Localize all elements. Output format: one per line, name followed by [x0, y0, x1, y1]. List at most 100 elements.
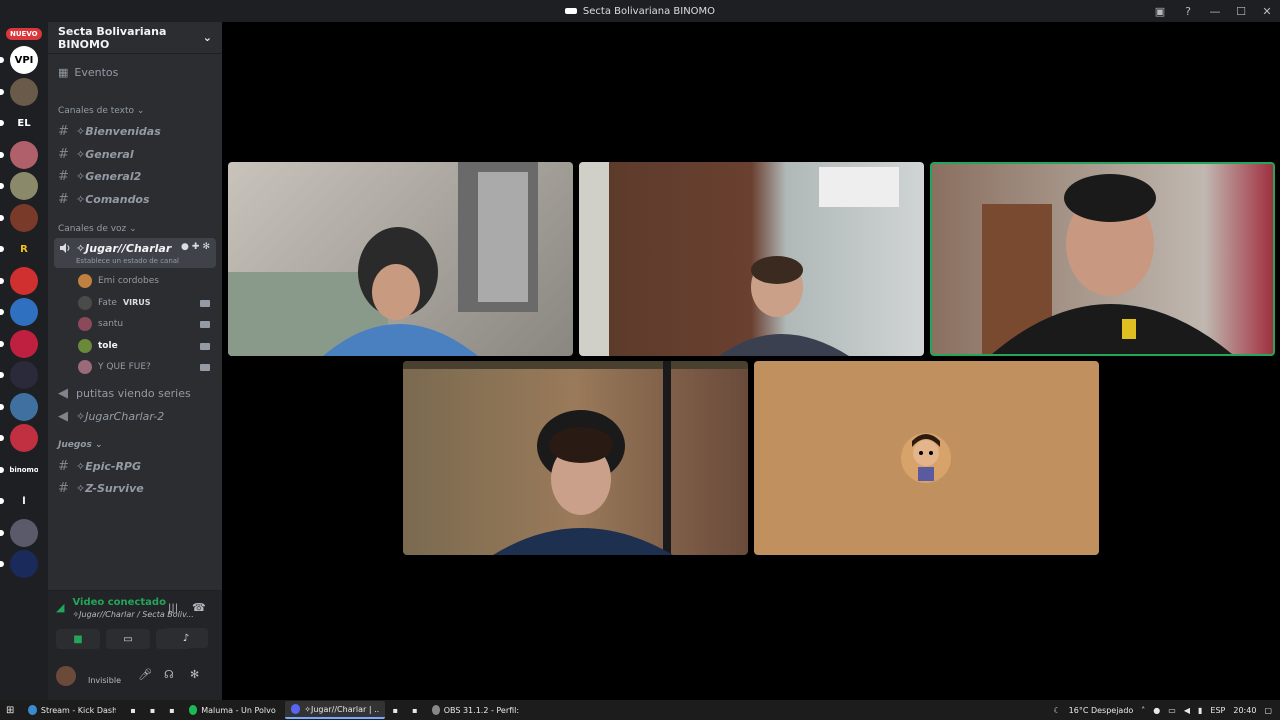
notification-icon[interactable]: ▢ [1264, 706, 1272, 715]
chevron-up-icon[interactable]: ˄ [1141, 706, 1145, 715]
avatar[interactable] [56, 666, 76, 686]
server-icon[interactable] [10, 392, 38, 421]
server-icon[interactable] [10, 424, 38, 452]
taskbar-app[interactable]: Maluma - Un Polvo (... [183, 701, 283, 719]
clock[interactable]: 20:40 [1233, 706, 1256, 715]
hash-icon: # [58, 147, 69, 162]
channel-general2[interactable]: # ✧General2 [58, 169, 141, 184]
disconnect-icon[interactable]: ☎ [192, 601, 206, 614]
voice-user[interactable]: Emi cordobes [78, 274, 159, 288]
server-icon[interactable]: VPI [10, 46, 38, 74]
unread-pill [0, 151, 4, 158]
close-button[interactable]: ✕ [1254, 0, 1280, 22]
server-icon[interactable] [10, 550, 38, 578]
channel-epic-rpg[interactable]: # ✧Epic-RPG [58, 459, 141, 474]
channel-general[interactable]: # ✧General [58, 147, 134, 162]
taskbar-app[interactable]: ✧Jugar//Charlar | ... [284, 701, 385, 719]
taskbar-app[interactable]: OBS 31.1.2 - Perfil: ki... [426, 701, 526, 719]
soundboard-button[interactable]: ♪ [164, 628, 208, 648]
video-tile-2[interactable] [579, 162, 924, 356]
channel-status[interactable]: Establece un estado de canal [76, 257, 179, 265]
user-panel: Invisible 🎤︎ ☊ ✻ [48, 656, 222, 700]
steam-icon[interactable]: ▪ [406, 701, 423, 719]
screen-share-button[interactable]: ▭ [106, 629, 150, 649]
server-icon[interactable] [10, 266, 38, 295]
channel-comandos[interactable]: # ✧Comandos [58, 192, 150, 207]
category-juegos[interactable]: Juegos ⌄ [58, 440, 103, 450]
battery-icon[interactable]: ▮ [1198, 706, 1202, 715]
active-voice-name: ✧Jugar//Charlar [76, 242, 172, 255]
help-icon[interactable]: ? [1174, 0, 1202, 22]
voice-channel-jugar-charlar[interactable]: ✧Jugar//Charlar Establece un estado de c… [54, 238, 216, 268]
gear-icon[interactable]: ✻ [190, 668, 199, 681]
channel-z-survive[interactable]: # ✧Z-Survive [58, 481, 144, 496]
microphone-icon[interactable]: 🎤︎ [138, 668, 152, 681]
microphone-icon[interactable]: ● [1153, 706, 1160, 715]
minimize-button[interactable]: — [1202, 0, 1228, 22]
calculator-icon[interactable]: ▪ [144, 701, 161, 719]
server-icon[interactable] [10, 172, 38, 200]
voice-user[interactable]: Y QUE FUE? [78, 360, 151, 374]
terminal-icon[interactable]: ▪ [387, 701, 404, 719]
server-icon[interactable] [10, 77, 38, 106]
server-icon[interactable] [10, 203, 38, 232]
server-icon[interactable]: l [10, 487, 38, 515]
events-item[interactable]: ▦ Eventos [58, 66, 118, 79]
server-icon[interactable]: binomo [10, 455, 38, 484]
server-icon[interactable] [10, 140, 38, 169]
mail-icon[interactable]: ▪ [163, 701, 180, 719]
category-text-channels[interactable]: Canales de texto ⌄ [58, 106, 144, 116]
unread-pill [0, 340, 4, 347]
invite-icon[interactable]: ✚ [192, 242, 200, 252]
video-tile-3-speaking[interactable] [930, 162, 1275, 356]
channel-bienvenidas[interactable]: # ✧Bienvenidas [58, 124, 161, 139]
unread-pill [0, 309, 4, 315]
avatar [78, 360, 92, 374]
taskbar-app-label: Maluma - Un Polvo (... [201, 705, 276, 715]
server-icon[interactable]: R [10, 235, 38, 263]
chevron-down-icon: ⌄ [202, 31, 212, 44]
noise-suppression-icon[interactable]: ||| [168, 603, 178, 614]
inbox-icon[interactable]: ▣ [1146, 0, 1174, 22]
voice-channel-putitas[interactable]: ◀ putitas viendo series [58, 386, 191, 401]
file-explorer-icon[interactable]: ▪ [124, 701, 141, 719]
gear-icon[interactable]: ✻ [202, 242, 210, 252]
category-voice-channels[interactable]: Canales de voz ⌄ [58, 224, 137, 234]
start-button[interactable]: ⊞ [0, 701, 20, 719]
unread-pill [0, 529, 4, 536]
server-icon[interactable] [10, 518, 38, 547]
user-status: Invisible [88, 676, 121, 685]
voice-user[interactable]: Fate VIRUS [78, 295, 151, 310]
unread-pill [0, 435, 4, 441]
headphones-icon[interactable]: ☊ [164, 668, 174, 681]
unread-pill [0, 57, 4, 63]
maximize-button[interactable]: ☐ [1228, 0, 1254, 22]
network-icon[interactable]: ▭ [1168, 706, 1176, 715]
video-tile-1[interactable] [228, 162, 573, 356]
volume-icon[interactable]: ◀ [1184, 706, 1190, 715]
voice-user[interactable]: santu [78, 317, 123, 331]
camera-button[interactable]: ■ [56, 629, 100, 649]
camera-icon [200, 299, 210, 307]
taskbar-app-label: OBS 31.1.2 - Perfil: ki... [443, 705, 520, 715]
video-tile-5-avatar[interactable] [754, 361, 1099, 555]
chat-icon[interactable]: ● [181, 242, 189, 252]
taskbar-app-label: ✧Jugar//Charlar | ... [304, 704, 379, 714]
server-icon[interactable] [10, 329, 38, 358]
avatar [78, 338, 92, 353]
server-icon[interactable] [10, 361, 38, 389]
voice-channel-jugarcharlar-2[interactable]: ◀ ✧JugarCharlar-2 [58, 409, 164, 424]
voice-user[interactable]: tole [78, 338, 118, 353]
server-icon[interactable]: EL [10, 109, 38, 137]
taskbar-app[interactable]: Stream - Kick Dashb... [22, 701, 122, 719]
signal-icon: ◢ [56, 601, 65, 614]
server-header[interactable]: Secta Bolivariana BINOMO ⌄ [48, 22, 222, 54]
language[interactable]: ESP [1210, 706, 1225, 715]
video-tile-4[interactable] [403, 361, 748, 555]
video-stage [222, 22, 1280, 700]
unread-pill [0, 561, 4, 567]
taskbar-app-label: Stream - Kick Dashb... [40, 705, 117, 715]
unread-pill [0, 403, 4, 410]
weather[interactable]: 16°C Despejado [1069, 706, 1134, 715]
server-icon[interactable] [10, 298, 38, 326]
